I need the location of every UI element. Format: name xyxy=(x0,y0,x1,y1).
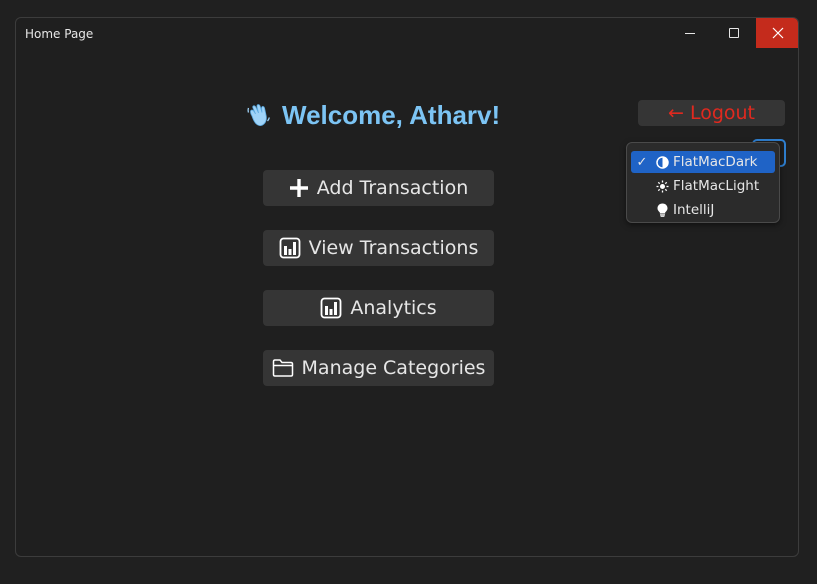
add-transaction-label: Add Transaction xyxy=(316,177,469,199)
theme-option-label: FlatMacLight xyxy=(673,178,760,194)
plus-icon xyxy=(289,179,308,197)
welcome-heading: Welcome, Atharv! xyxy=(246,98,500,132)
folder-icon xyxy=(272,359,293,377)
logout-button[interactable]: ← Logout xyxy=(638,100,785,126)
window-title: Home Page xyxy=(25,27,94,41)
minimize-button[interactable] xyxy=(668,18,712,48)
close-icon xyxy=(772,27,784,39)
waving-hand-icon xyxy=(247,104,270,126)
theme-option-intellij[interactable]: IntelliJ xyxy=(631,199,775,221)
lightbulb-icon xyxy=(657,203,667,217)
theme-option-flatmaclight[interactable]: FlatMacLight xyxy=(631,175,775,197)
theme-option-label: FlatMacDark xyxy=(673,154,758,170)
maximize-button[interactable] xyxy=(712,18,756,48)
theme-option-label: IntelliJ xyxy=(673,202,715,218)
minimize-icon xyxy=(685,32,695,34)
half-circle-icon xyxy=(655,155,669,169)
manage-categories-label: Manage Categories xyxy=(301,357,486,379)
maximize-icon xyxy=(729,28,739,38)
logout-label: ← Logout xyxy=(667,102,755,124)
theme-option-flatmacdark[interactable]: ✓ FlatMacDark xyxy=(631,151,775,173)
welcome-text: Welcome, Atharv! xyxy=(282,99,501,130)
check-icon: ✓ xyxy=(636,154,648,170)
bar-chart-icon xyxy=(320,297,342,319)
analytics-label: Analytics xyxy=(350,297,437,319)
add-transaction-button[interactable]: Add Transaction xyxy=(263,170,494,206)
analytics-button[interactable]: Analytics xyxy=(263,290,494,326)
view-transactions-label: View Transactions xyxy=(308,237,479,259)
sun-icon xyxy=(656,180,668,192)
app-window: Home Page Welcome, Atharv! Add Transacti… xyxy=(15,17,799,557)
theme-dropdown-popup: ✓ FlatMacDark FlatMacLight IntelliJ xyxy=(626,142,780,223)
close-button[interactable] xyxy=(756,18,798,48)
title-bar[interactable]: Home Page xyxy=(16,18,798,49)
manage-categories-button[interactable]: Manage Categories xyxy=(263,350,494,386)
bar-chart-icon xyxy=(279,237,301,259)
view-transactions-button[interactable]: View Transactions xyxy=(263,230,494,266)
